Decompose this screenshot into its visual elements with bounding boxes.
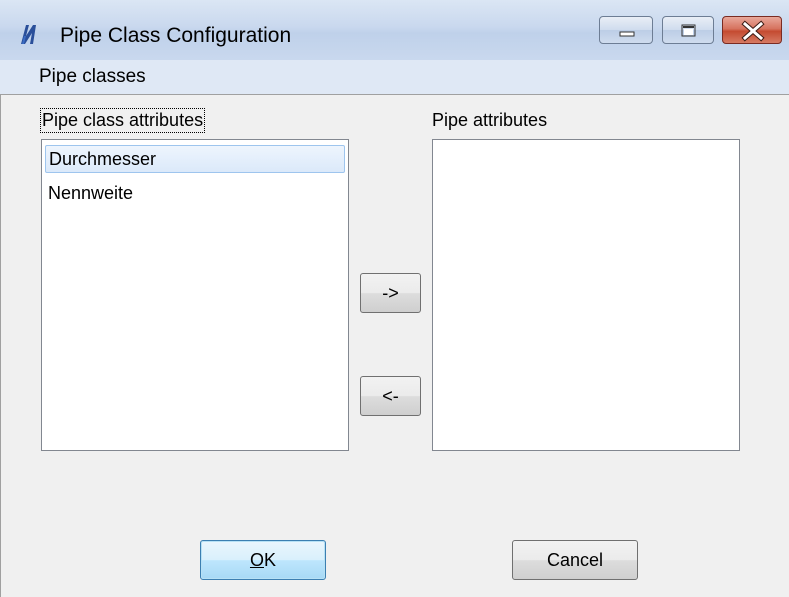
close-button[interactable]: [722, 16, 782, 44]
app-logo-icon: [21, 25, 36, 44]
ok-button[interactable]: OK: [200, 540, 326, 580]
window-title: Pipe Class Configuration: [60, 24, 292, 47]
pipe-attributes-list[interactable]: [432, 139, 740, 451]
menu-bar: Pipe classes: [0, 60, 789, 94]
close-icon: [741, 20, 765, 42]
list-item-durchmesser[interactable]: Durchmesser: [45, 145, 345, 173]
ok-label-rest: K: [264, 549, 277, 570]
menu-pipe-classes[interactable]: Pipe classes: [39, 66, 146, 88]
title-bar[interactable]: Pipe Class Configuration: [0, 0, 789, 60]
pipe-class-attributes-list[interactable]: Durchmesser Nennweite: [41, 139, 349, 451]
cancel-button[interactable]: Cancel: [512, 540, 638, 580]
client-area-border: [0, 94, 789, 95]
pipe-class-attributes-label: Pipe class attributes: [39, 108, 206, 133]
minimize-icon: [619, 31, 635, 37]
maximize-icon: [681, 24, 696, 37]
add-attribute-button[interactable]: ->: [360, 273, 421, 313]
pipe-attributes-label: Pipe attributes: [432, 110, 548, 130]
client-area-left-border: [0, 94, 1, 597]
minimize-button[interactable]: [599, 16, 653, 44]
maximize-button[interactable]: [662, 16, 714, 44]
pipe-class-configuration-window: Pipe Class Configuration Pipe classes Pi…: [0, 0, 789, 597]
list-item-nennweite[interactable]: Nennweite: [45, 179, 345, 207]
remove-attribute-button[interactable]: <-: [360, 376, 421, 416]
ok-mnemonic: O: [249, 549, 264, 570]
